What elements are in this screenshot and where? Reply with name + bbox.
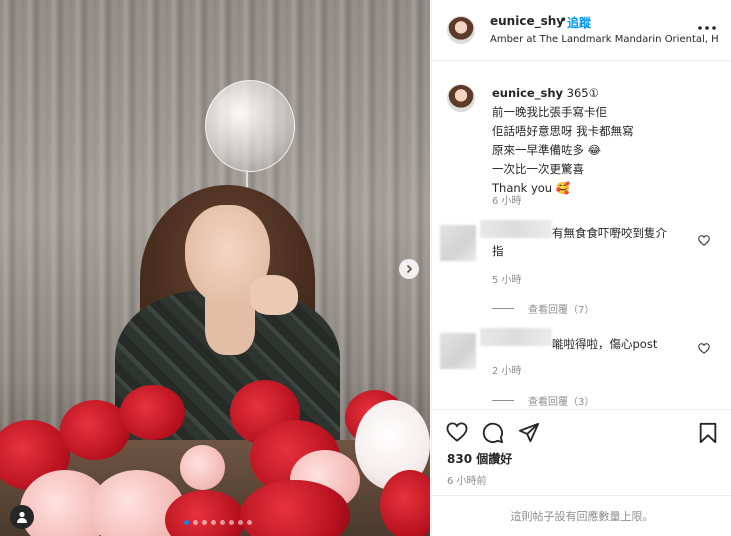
comment-avatar-blurred[interactable] [440,333,476,369]
flower [380,470,430,536]
post-photo[interactable] [0,0,430,536]
flower [120,385,185,440]
avatar[interactable] [447,16,475,44]
comment-icon[interactable] [482,422,504,444]
like-comment-icon[interactable] [698,343,710,354]
comment-time[interactable]: 2 小時 [492,362,522,377]
comment-text: 有無食食吓嘢咬到隻介 [552,226,667,240]
follow-button[interactable]: 追蹤 [567,14,591,31]
view-replies-label: 查看回覆（7） [528,305,595,316]
comment-username-blurred[interactable] [480,220,552,238]
comment-text: 𠹌啦得啦，傷心post [552,337,658,351]
more-options-button[interactable] [697,16,717,35]
carousel-dot [193,520,198,525]
comment-avatar-blurred[interactable] [440,225,476,261]
more-horizontal-icon [698,26,716,30]
caption-line: 佢話唔好意思呀 我卡都無寫 [492,124,634,138]
caption-line: 前一晚我比張手寫卡佢 [492,105,607,119]
comment-text-continued: 指 [492,244,504,258]
caption-line: Thank you 🥰 [492,181,571,195]
carousel-dot [184,520,189,525]
heart-icon[interactable] [446,422,468,442]
carousel-dot [247,520,252,525]
avatar[interactable] [447,84,475,112]
user-icon [17,511,27,523]
tagged-users-button[interactable] [10,505,34,529]
caption-time[interactable]: 6 小時 [492,192,522,207]
chevron-right-icon [406,264,413,274]
post-side-panel: eunice_shy • 追蹤 Amber at The Landmark Ma… [431,0,731,536]
carousel-dot [238,520,243,525]
view-replies-button[interactable]: 查看回覆（3） [492,393,594,408]
post-header: eunice_shy • 追蹤 Amber at The Landmark Ma… [432,0,731,61]
like-comment-icon[interactable] [698,235,710,246]
carousel-dot [211,520,216,525]
caption-suffix: 365① [566,86,599,100]
location-link[interactable]: Amber at The Landmark Mandarin Oriental,… [490,34,718,45]
likes-count[interactable]: 830 個讚好 [447,450,512,467]
send-icon[interactable] [518,422,540,444]
carousel-dot [229,520,234,525]
caption-username[interactable]: eunice_shy [492,86,563,100]
carousel-indicator [184,520,252,525]
carousel-dot [202,520,207,525]
header-username[interactable]: eunice_shy [490,14,564,28]
photo-hand [250,275,298,315]
next-photo-button[interactable] [399,259,419,279]
balloon [205,80,295,172]
replies-divider [492,400,514,401]
comment-time[interactable]: 5 小時 [492,271,522,286]
flower [180,445,225,490]
comment-username-blurred[interactable] [480,328,552,346]
comments-limited-note: 這則帖子設有回應數量上限。 [432,495,731,536]
replies-divider [492,308,514,309]
bookmark-icon[interactable] [698,422,718,444]
view-replies-label: 查看回覆（3） [528,397,595,408]
caption-text: eunice_shy 365① 前一晚我比張手寫卡佢 佢話唔好意思呀 我卡都無寫… [492,84,717,198]
caption-line: 原來一早準備咗多 😂 [492,143,602,157]
view-replies-button[interactable]: 查看回覆（7） [492,301,594,316]
caption-line: 一次比一次更驚喜 [492,162,584,176]
carousel-dot [220,520,225,525]
post-timestamp[interactable]: 6 小時前 [447,472,487,487]
